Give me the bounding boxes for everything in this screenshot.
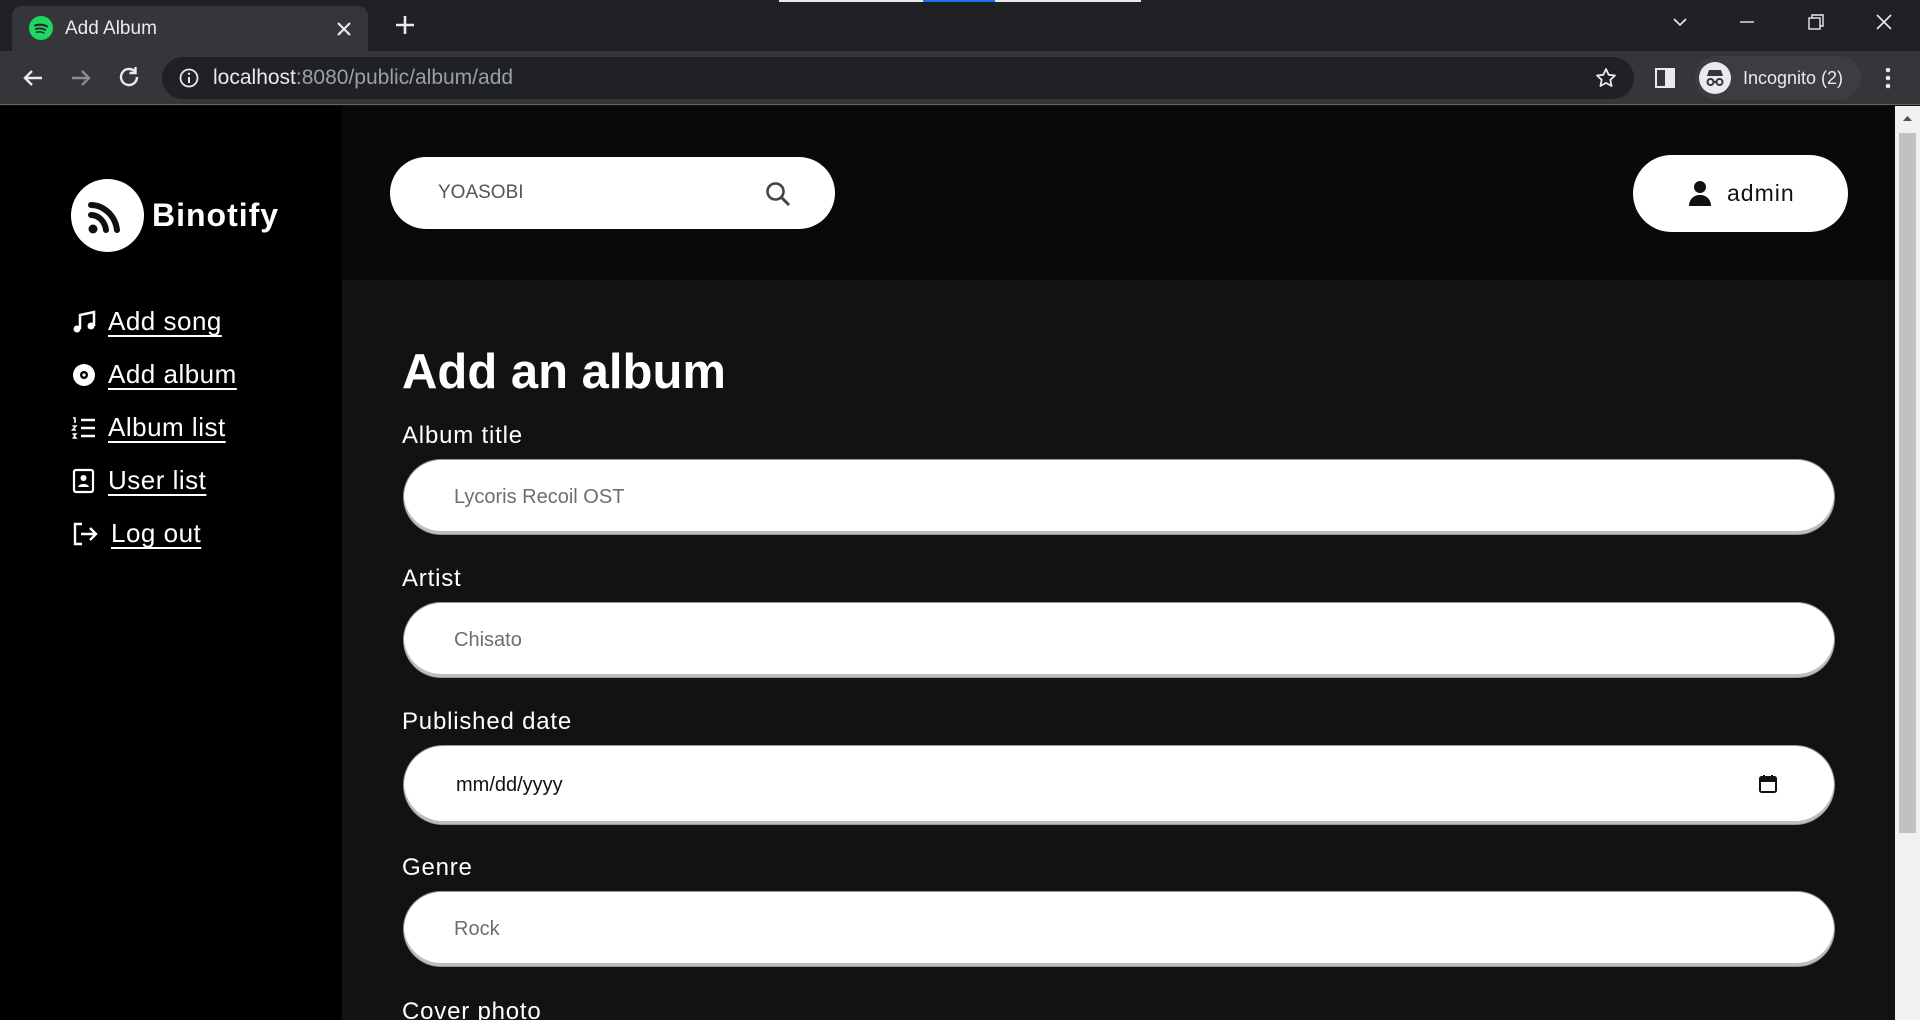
calendar-icon[interactable] [1758,774,1778,794]
artist-value: Chisato [454,629,522,651]
search-input-value: YOASOBI [438,182,524,203]
cover-photo-label: Cover photo [402,998,542,1020]
browser-tab[interactable]: Add Album [12,6,368,51]
site-info-icon[interactable] [177,66,201,90]
sidebar-item-log-out[interactable]: Log out [71,507,237,560]
published-date-label: Published date [402,708,572,735]
genre-input[interactable]: Rock [404,892,1834,966]
sidebar-item-add-album[interactable]: Add album [71,348,237,401]
sidebar-item-user-list[interactable]: User list [71,454,237,507]
reload-icon[interactable] [114,63,144,93]
address-bar[interactable]: localhost:8080/public/album/add [162,57,1634,99]
sidebar-item-label: Album list [108,412,226,442]
sidebar-item-label: Log out [111,518,202,548]
user-name: admin [1727,180,1795,206]
sidebar-item-album-list[interactable]: Album list [70,401,237,454]
incognito-label: Incognito (2) [1743,68,1844,88]
forward-arrow-icon[interactable] [66,63,96,93]
url-host: localhost [213,66,296,89]
new-tab-icon[interactable] [391,11,419,39]
logout-icon [71,521,99,547]
url-path: :8080/public/album/add [295,66,514,89]
published-date-value: mm/dd/yyyy [456,774,563,796]
minimize-icon[interactable] [1719,0,1775,44]
contact-card-icon [71,468,97,494]
browser-tab-strip: Add Album [0,0,1920,51]
album-title-label: Album title [402,422,523,449]
search-icon[interactable] [765,181,791,207]
url-text: localhost:8080/public/album/add [213,57,513,99]
sidebar-item-add-song[interactable]: Add song [71,295,237,348]
incognito-icon [1699,62,1731,94]
album-title-value: Lycoris Recoil OST [454,486,625,508]
brand-name: Binotify [152,196,280,233]
tab-search-icon[interactable] [1652,0,1708,44]
sidebar-item-label: User list [108,465,207,495]
top-bar: YOASOBI admin [342,106,1895,280]
scrollbar-thumb[interactable] [1899,133,1916,833]
published-date-input[interactable]: mm/dd/yyyy [404,746,1834,824]
artist-label: Artist [402,565,462,592]
numbered-list-icon [70,415,97,441]
scroll-up-arrow-icon[interactable] [1895,106,1920,131]
artist-input[interactable]: Chisato [404,603,1834,677]
browser-toolbar: localhost:8080/public/album/add Incognit… [0,51,1920,105]
page-title: Add an album [402,345,726,399]
back-arrow-icon[interactable] [18,63,48,93]
incognito-profile-button[interactable]: Incognito (2) [1695,56,1861,100]
sidebar-item-label: Add song [108,306,222,336]
genre-label: Genre [402,854,473,881]
close-window-icon[interactable] [1856,0,1912,44]
more-menu-icon[interactable] [1876,65,1900,91]
music-note-icon [71,309,97,335]
user-icon [1687,180,1713,207]
spotify-favicon-icon [29,16,53,40]
tab-strip-indicator [995,0,1141,2]
user-menu-button[interactable]: admin [1633,155,1848,232]
search-input[interactable]: YOASOBI [390,157,835,229]
tab-strip-indicator [923,0,995,2]
close-tab-icon[interactable] [332,17,356,41]
sidebar-nav: Add song Add album Album list User list [70,295,237,560]
bookmark-star-icon[interactable] [1594,66,1618,90]
side-panel-icon[interactable] [1652,65,1678,91]
sidebar-item-label: Add album [108,359,237,389]
web-page: Binotify Add song Add album Album list U… [0,106,1895,1020]
page-scrollbar[interactable] [1895,106,1920,1020]
album-title-input[interactable]: Lycoris Recoil OST [404,460,1834,534]
disc-icon [71,362,97,388]
brand[interactable]: Binotify [71,178,279,252]
binotify-logo-icon [71,178,144,252]
tab-title: Add Album [65,18,157,39]
sidebar: Binotify Add song Add album Album list U… [0,106,342,1020]
tab-strip-indicator [779,0,923,2]
genre-value: Rock [454,918,500,940]
restore-icon[interactable] [1788,0,1844,44]
